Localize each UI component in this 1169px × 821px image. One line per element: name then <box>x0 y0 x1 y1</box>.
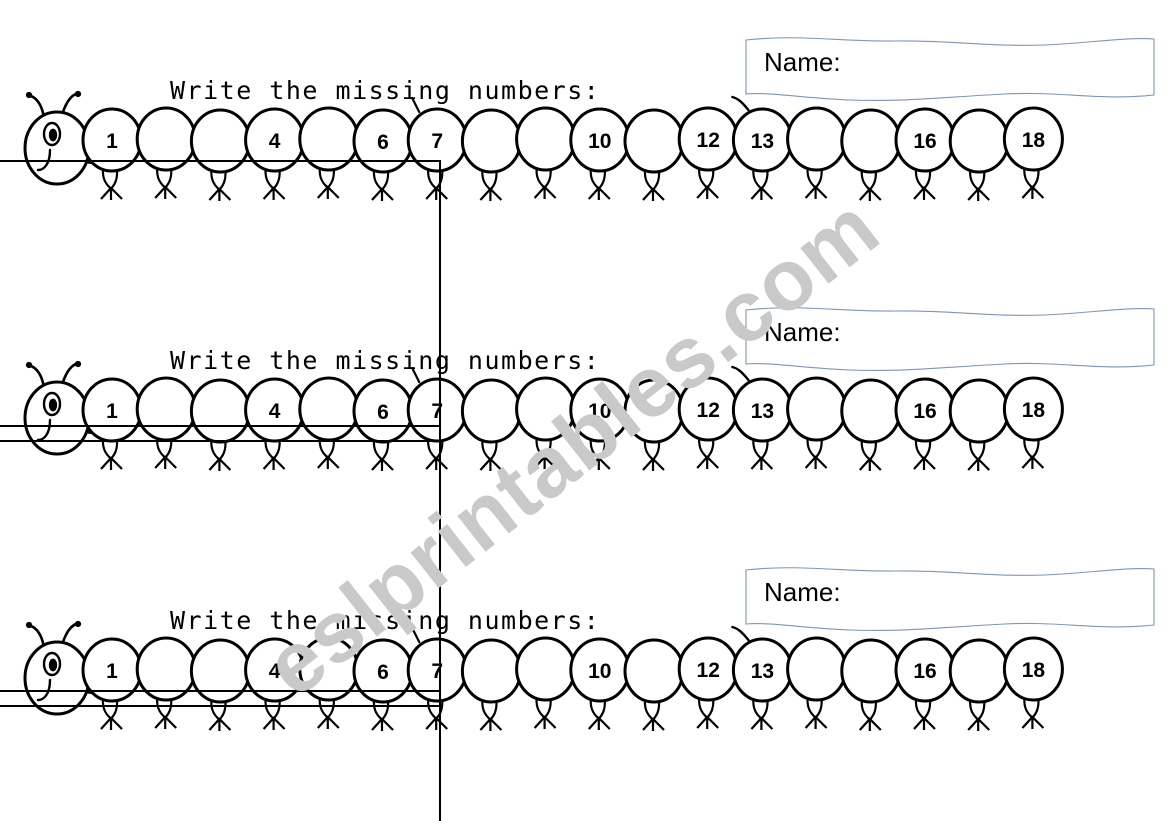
svg-text:16: 16 <box>913 660 936 683</box>
svg-text:4: 4 <box>269 130 281 153</box>
svg-text:6: 6 <box>377 661 389 684</box>
horizontal-rule-a-row-2 <box>0 425 440 427</box>
svg-text:13: 13 <box>751 660 774 683</box>
svg-text:1: 1 <box>106 400 118 423</box>
svg-text:16: 16 <box>913 400 936 423</box>
svg-text:16: 16 <box>913 130 936 153</box>
svg-text:1: 1 <box>106 660 118 683</box>
svg-text:7: 7 <box>431 660 443 683</box>
caterpillar-row-2: 1 4 6 7 10 12 13 16 18 <box>23 360 1064 471</box>
prompt-text-row-2: Write the missing numbers: <box>170 346 601 375</box>
svg-text:13: 13 <box>751 400 774 423</box>
name-box-row-3[interactable]: Name: <box>740 558 1160 636</box>
name-box-row-2[interactable]: Name: <box>740 298 1160 376</box>
svg-text:18: 18 <box>1022 659 1046 682</box>
prompt-text-row-3: Write the missing numbers: <box>170 606 601 635</box>
svg-text:18: 18 <box>1022 129 1046 152</box>
svg-text:1: 1 <box>106 130 118 153</box>
svg-text:4: 4 <box>269 400 281 423</box>
prompt-text-row-1: Write the missing numbers: <box>170 76 601 105</box>
svg-text:13: 13 <box>751 130 774 153</box>
svg-text:6: 6 <box>377 401 389 424</box>
name-label-row-3: Name: <box>764 577 841 607</box>
name-label-row-2: Name: <box>764 317 841 347</box>
vertical-rule-artifact <box>439 160 441 821</box>
horizontal-rule-b-row-3 <box>0 705 440 707</box>
name-box-row-1[interactable]: Name: <box>740 28 1160 106</box>
horizontal-rule-a-row-1 <box>0 160 440 162</box>
svg-text:7: 7 <box>431 130 443 153</box>
svg-text:12: 12 <box>697 129 720 152</box>
svg-text:7: 7 <box>431 400 443 423</box>
worksheet-row-2: Write the missing numbers: Name: 1 4 6 7 10 1… <box>0 270 1169 535</box>
caterpillar-row-1: 1 4 6 7 10 12 13 16 18 <box>23 90 1064 201</box>
worksheet-page: Write the missing numbers: Name: 1 4 6 7 10 1… <box>0 0 1169 821</box>
svg-text:12: 12 <box>697 399 720 422</box>
svg-text:18: 18 <box>1022 399 1046 422</box>
svg-text:4: 4 <box>269 660 281 683</box>
caterpillar-row-3: 1 4 6 7 10 12 13 16 18 <box>23 620 1064 731</box>
svg-text:10: 10 <box>588 130 611 153</box>
svg-text:12: 12 <box>697 659 720 682</box>
name-label-row-1: Name: <box>764 47 841 77</box>
worksheet-row-3: Write the missing numbers: Name: 1 4 6 7 10 1… <box>0 530 1169 795</box>
horizontal-rule-a-row-3 <box>0 690 440 692</box>
worksheet-row-1: Write the missing numbers: Name: 1 4 6 7 10 1… <box>0 0 1169 265</box>
svg-text:10: 10 <box>588 660 611 683</box>
horizontal-rule-b-row-2 <box>0 440 440 442</box>
svg-text:6: 6 <box>377 131 389 154</box>
svg-text:10: 10 <box>588 400 611 423</box>
